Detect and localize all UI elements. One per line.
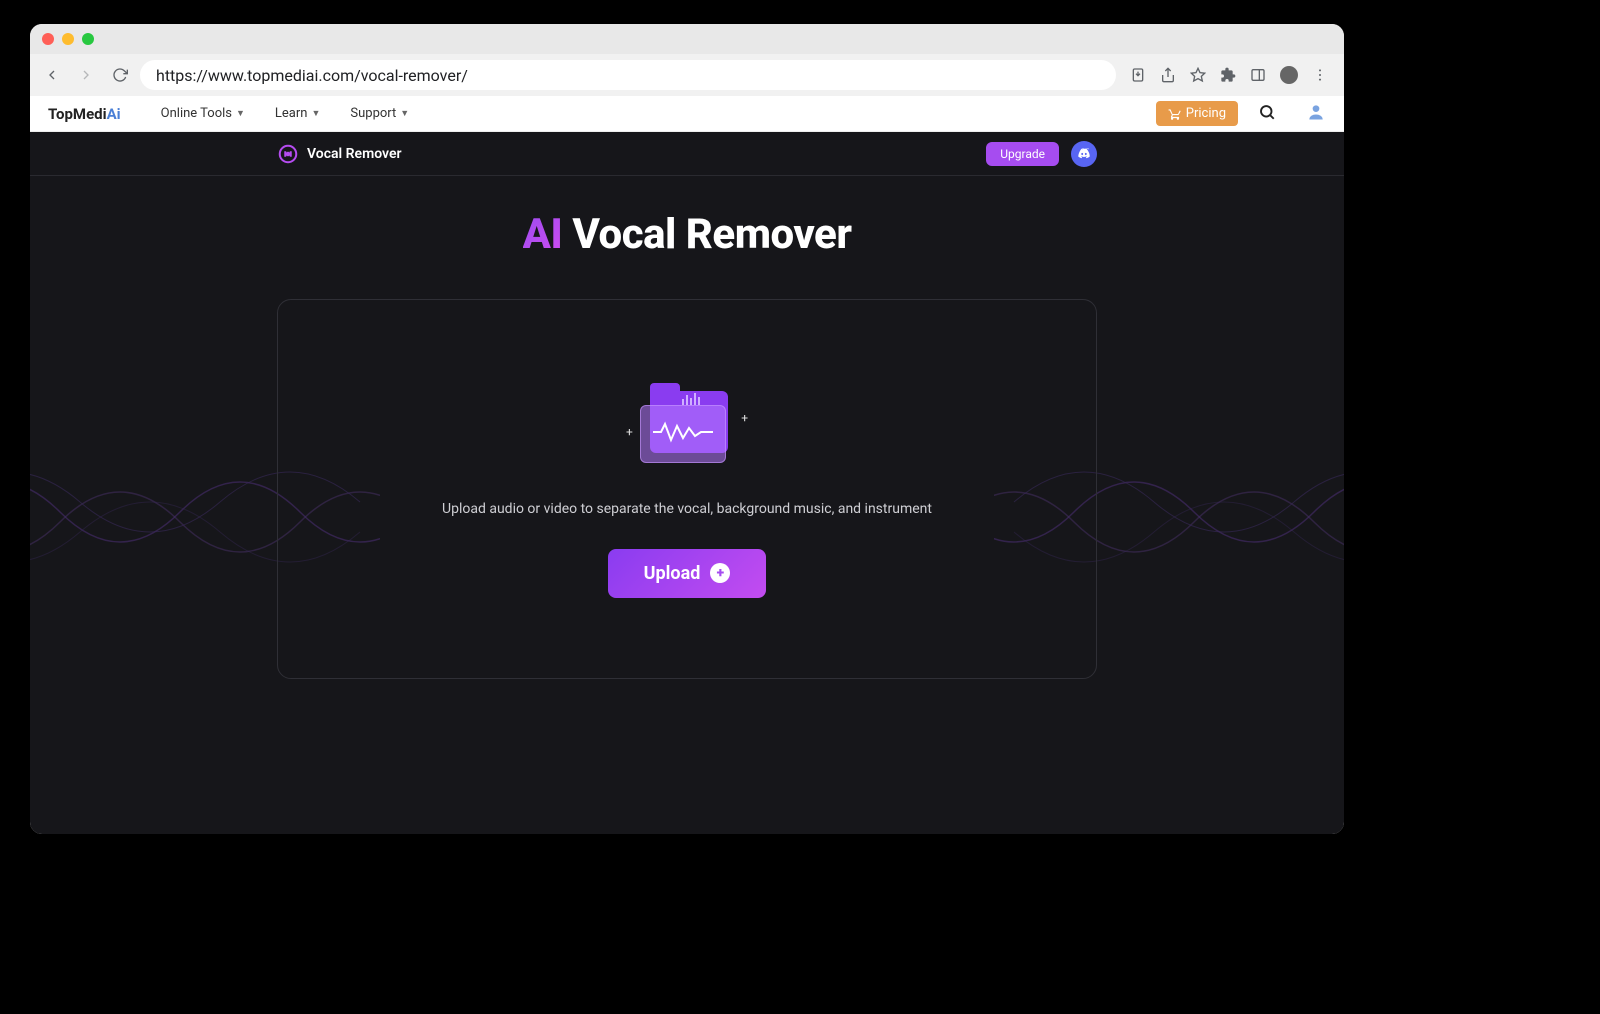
page-title: AI Vocal Remover [30, 210, 1344, 259]
discord-icon [1076, 146, 1092, 162]
window-close-button[interactable] [42, 33, 54, 45]
title-rest: Vocal Remover [562, 210, 851, 259]
nav-learn[interactable]: Learn ▼ [275, 106, 320, 121]
chevron-down-icon: ▼ [400, 108, 409, 119]
pricing-label: Pricing [1186, 106, 1226, 121]
address-bar[interactable]: https://www.topmediai.com/vocal-remover/ [140, 60, 1116, 90]
nav-reload-button[interactable] [106, 61, 134, 89]
search-icon [1258, 103, 1276, 121]
plus-icon: + [626, 425, 633, 439]
upload-button[interactable]: Upload + [608, 549, 767, 598]
user-icon [1306, 102, 1326, 122]
brand-logo[interactable]: TopMediAi [48, 105, 121, 123]
nav-forward-button[interactable] [72, 61, 100, 89]
nav-label: Online Tools [161, 106, 232, 121]
upload-folder-icon: + + [632, 381, 742, 471]
account-button[interactable] [1306, 102, 1326, 126]
app-subheader: Vocal Remover Upgrade [30, 132, 1344, 176]
app-title: Vocal Remover [307, 146, 402, 162]
chevron-down-icon: ▼ [311, 108, 320, 119]
nav-label: Support [350, 106, 396, 121]
install-icon[interactable] [1130, 67, 1146, 83]
browser-window: https://www.topmediai.com/vocal-remover/… [30, 24, 1344, 834]
profile-avatar[interactable] [1280, 66, 1298, 84]
site-header: TopMediAi Online Tools ▼ Learn ▼ Support… [30, 96, 1344, 132]
chevron-down-icon: ▼ [236, 108, 245, 119]
title-ai-word: AI [523, 210, 563, 259]
nav-back-button[interactable] [38, 61, 66, 89]
window-titlebar [30, 24, 1344, 54]
main-nav: Online Tools ▼ Learn ▼ Support ▼ [161, 106, 410, 121]
url-text: https://www.topmediai.com/vocal-remover/ [156, 66, 468, 85]
menu-dots-icon[interactable] [1312, 67, 1328, 83]
upgrade-label: Upgrade [1000, 147, 1045, 161]
search-button[interactable] [1258, 103, 1276, 125]
plus-circle-icon: + [710, 563, 730, 583]
nav-online-tools[interactable]: Online Tools ▼ [161, 106, 245, 121]
brand-text-prefix: TopMedi [48, 105, 107, 123]
cart-icon [1168, 107, 1182, 121]
nav-label: Learn [275, 106, 308, 121]
upload-label: Upload [644, 563, 701, 584]
toolbar-right [1122, 66, 1336, 84]
upload-description: Upload audio or video to separate the vo… [422, 501, 952, 517]
share-icon[interactable] [1160, 67, 1176, 83]
window-minimize-button[interactable] [62, 33, 74, 45]
nav-support[interactable]: Support ▼ [350, 106, 409, 121]
window-maximize-button[interactable] [82, 33, 94, 45]
vocal-remover-logo-icon [277, 143, 299, 165]
app-area: Vocal Remover Upgrade AI Vocal Remover [30, 132, 1344, 834]
traffic-lights [42, 33, 94, 45]
discord-button[interactable] [1071, 141, 1097, 167]
plus-icon: + [741, 411, 748, 425]
browser-toolbar: https://www.topmediai.com/vocal-remover/ [30, 54, 1344, 96]
bookmark-star-icon[interactable] [1190, 67, 1206, 83]
brand-text-suffix: Ai [107, 105, 121, 123]
extensions-icon[interactable] [1220, 67, 1236, 83]
pricing-button[interactable]: Pricing [1156, 101, 1238, 126]
upload-panel: + + Upload audio or video to separate th… [277, 299, 1097, 679]
upgrade-button[interactable]: Upgrade [986, 142, 1059, 166]
sidepanel-icon[interactable] [1250, 67, 1266, 83]
